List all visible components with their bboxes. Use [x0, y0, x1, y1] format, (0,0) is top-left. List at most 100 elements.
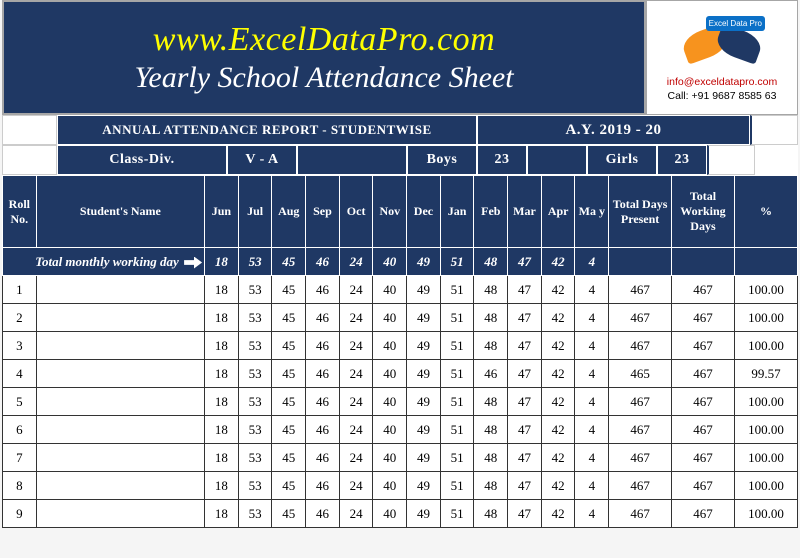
month-cell[interactable]: 51: [440, 388, 474, 416]
month-cell[interactable]: 51: [440, 500, 474, 528]
month-cell[interactable]: 4: [575, 500, 609, 528]
month-cell[interactable]: 18: [205, 416, 239, 444]
name-cell[interactable]: [36, 332, 204, 360]
month-cell[interactable]: 47: [508, 472, 542, 500]
month-cell[interactable]: 48: [474, 472, 508, 500]
month-cell[interactable]: 45: [272, 472, 306, 500]
name-cell[interactable]: [36, 276, 204, 304]
roll-cell[interactable]: 1: [3, 276, 37, 304]
month-cell[interactable]: 46: [306, 444, 340, 472]
month-cell[interactable]: 24: [339, 444, 373, 472]
month-cell[interactable]: 40: [373, 444, 407, 472]
month-cell[interactable]: 4: [575, 416, 609, 444]
month-cell[interactable]: 45: [272, 416, 306, 444]
month-cell[interactable]: 4: [575, 304, 609, 332]
month-cell[interactable]: 18: [205, 472, 239, 500]
month-cell[interactable]: 49: [407, 360, 441, 388]
month-cell[interactable]: 46: [306, 332, 340, 360]
month-cell[interactable]: 42: [541, 276, 575, 304]
month-cell[interactable]: 46: [474, 360, 508, 388]
month-cell[interactable]: 42: [541, 332, 575, 360]
roll-cell[interactable]: 7: [3, 444, 37, 472]
month-cell[interactable]: 46: [306, 276, 340, 304]
month-cell[interactable]: 40: [373, 276, 407, 304]
roll-cell[interactable]: 3: [3, 332, 37, 360]
month-cell[interactable]: 47: [508, 276, 542, 304]
month-cell[interactable]: 24: [339, 416, 373, 444]
month-cell[interactable]: 18: [205, 276, 239, 304]
month-cell[interactable]: 24: [339, 500, 373, 528]
month-cell[interactable]: 53: [238, 332, 272, 360]
name-cell[interactable]: [36, 304, 204, 332]
month-cell[interactable]: 53: [238, 500, 272, 528]
name-cell[interactable]: [36, 360, 204, 388]
month-cell[interactable]: 49: [407, 444, 441, 472]
month-cell[interactable]: 4: [575, 332, 609, 360]
month-cell[interactable]: 51: [440, 332, 474, 360]
month-cell[interactable]: 48: [474, 276, 508, 304]
month-cell[interactable]: 4: [575, 444, 609, 472]
month-cell[interactable]: 49: [407, 304, 441, 332]
month-cell[interactable]: 40: [373, 416, 407, 444]
month-cell[interactable]: 42: [541, 416, 575, 444]
month-cell[interactable]: 45: [272, 304, 306, 332]
month-cell[interactable]: 49: [407, 500, 441, 528]
month-cell[interactable]: 40: [373, 304, 407, 332]
month-cell[interactable]: 48: [474, 332, 508, 360]
month-cell[interactable]: 45: [272, 276, 306, 304]
month-cell[interactable]: 47: [508, 360, 542, 388]
roll-cell[interactable]: 6: [3, 416, 37, 444]
name-cell[interactable]: [36, 500, 204, 528]
month-cell[interactable]: 42: [541, 472, 575, 500]
month-cell[interactable]: 24: [339, 276, 373, 304]
month-cell[interactable]: 40: [373, 332, 407, 360]
month-cell[interactable]: 18: [205, 388, 239, 416]
month-cell[interactable]: 18: [205, 360, 239, 388]
month-cell[interactable]: 46: [306, 416, 340, 444]
month-cell[interactable]: 46: [306, 388, 340, 416]
month-cell[interactable]: 42: [541, 444, 575, 472]
month-cell[interactable]: 42: [541, 360, 575, 388]
month-cell[interactable]: 53: [238, 276, 272, 304]
month-cell[interactable]: 45: [272, 388, 306, 416]
month-cell[interactable]: 51: [440, 276, 474, 304]
month-cell[interactable]: 53: [238, 444, 272, 472]
month-cell[interactable]: 4: [575, 472, 609, 500]
month-cell[interactable]: 48: [474, 416, 508, 444]
month-cell[interactable]: 49: [407, 332, 441, 360]
month-cell[interactable]: 45: [272, 444, 306, 472]
roll-cell[interactable]: 8: [3, 472, 37, 500]
month-cell[interactable]: 49: [407, 416, 441, 444]
month-cell[interactable]: 24: [339, 360, 373, 388]
name-cell[interactable]: [36, 472, 204, 500]
month-cell[interactable]: 47: [508, 416, 542, 444]
month-cell[interactable]: 47: [508, 332, 542, 360]
month-cell[interactable]: 51: [440, 472, 474, 500]
month-cell[interactable]: 47: [508, 304, 542, 332]
month-cell[interactable]: 47: [508, 388, 542, 416]
month-cell[interactable]: 53: [238, 416, 272, 444]
roll-cell[interactable]: 9: [3, 500, 37, 528]
month-cell[interactable]: 18: [205, 500, 239, 528]
month-cell[interactable]: 45: [272, 332, 306, 360]
month-cell[interactable]: 51: [440, 304, 474, 332]
month-cell[interactable]: 53: [238, 304, 272, 332]
month-cell[interactable]: 24: [339, 304, 373, 332]
month-cell[interactable]: 49: [407, 276, 441, 304]
month-cell[interactable]: 42: [541, 304, 575, 332]
month-cell[interactable]: 48: [474, 500, 508, 528]
month-cell[interactable]: 47: [508, 500, 542, 528]
month-cell[interactable]: 53: [238, 388, 272, 416]
month-cell[interactable]: 40: [373, 360, 407, 388]
roll-cell[interactable]: 4: [3, 360, 37, 388]
roll-cell[interactable]: 5: [3, 388, 37, 416]
month-cell[interactable]: 46: [306, 472, 340, 500]
month-cell[interactable]: 4: [575, 276, 609, 304]
month-cell[interactable]: 45: [272, 360, 306, 388]
month-cell[interactable]: 40: [373, 472, 407, 500]
month-cell[interactable]: 46: [306, 360, 340, 388]
month-cell[interactable]: 48: [474, 444, 508, 472]
name-cell[interactable]: [36, 388, 204, 416]
month-cell[interactable]: 18: [205, 332, 239, 360]
month-cell[interactable]: 40: [373, 388, 407, 416]
